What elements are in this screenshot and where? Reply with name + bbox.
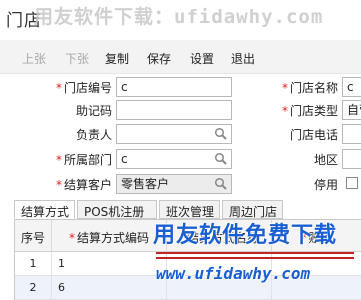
cell-code[interactable]: 6 xyxy=(52,276,167,300)
department-label: * 所属部门 xyxy=(55,153,112,167)
region-label: 地区 xyxy=(313,153,338,167)
cell-account[interactable] xyxy=(272,276,361,300)
tab-settlement-method[interactable]: 结算方式 xyxy=(14,200,75,219)
store-form: * 门店编号 c 助记码 负责人 * 所属部门 c * 结算客户 零售客户 * 门店名称… xyxy=(0,74,361,200)
store-type-select[interactable]: 自营 xyxy=(342,100,361,120)
title-bar: 门店 用友软件下载：ufidawhy.com xyxy=(0,0,361,38)
watermark-text-top: 用友软件下载：ufidawhy.com xyxy=(34,6,324,28)
required-mark: * xyxy=(55,153,62,167)
store-window: 门店 用友软件下载：ufidawhy.com 上张 下张 复制 保存 设置 退出… xyxy=(0,0,361,300)
manager-label: 负责人 xyxy=(75,128,112,142)
disabled-checkbox[interactable] xyxy=(346,177,358,189)
disabled-label: 停用 xyxy=(313,178,338,192)
settlement-grid: 序号 * 结算方式编码 * 结算方式名称 * 账号 1 1 2 6 xyxy=(14,219,361,300)
mnemonic-input[interactable] xyxy=(116,100,232,120)
store-phone-label: 门店电话 xyxy=(289,128,338,142)
tab-pos-registration[interactable]: POS机注册 xyxy=(77,200,157,219)
cell-no[interactable]: 2 xyxy=(15,276,52,300)
cell-no[interactable]: 1 xyxy=(15,252,52,276)
column-header-no[interactable]: 序号 xyxy=(15,220,52,252)
settle-customer-label: * 结算客户 xyxy=(55,178,112,192)
mnemonic-label: 助记码 xyxy=(75,104,112,118)
search-icon[interactable] xyxy=(214,127,228,141)
column-header-account[interactable]: * 账号 xyxy=(272,220,361,252)
column-header-name[interactable]: * 结算方式名称 xyxy=(167,220,272,252)
required-mark: * xyxy=(281,104,288,118)
cell-name[interactable] xyxy=(167,276,272,300)
search-icon[interactable] xyxy=(214,152,228,166)
prev-record-button[interactable]: 上张 xyxy=(22,50,46,67)
exit-button[interactable]: 退出 xyxy=(231,50,255,67)
required-mark: * xyxy=(55,178,62,192)
required-mark: * xyxy=(281,81,288,95)
search-icon[interactable] xyxy=(214,177,228,191)
next-record-button[interactable]: 下张 xyxy=(65,50,89,67)
store-code-label: * 门店编号 xyxy=(55,81,112,95)
toolbar: 上张 下张 复制 保存 设置 退出 xyxy=(0,40,361,74)
column-header-code[interactable]: * 结算方式编码 xyxy=(52,220,167,252)
save-button[interactable]: 保存 xyxy=(147,50,171,67)
store-code-input[interactable]: c xyxy=(116,77,232,97)
region-input[interactable] xyxy=(342,149,361,169)
tab-shift-management[interactable]: 班次管理 xyxy=(159,200,220,219)
store-name-label: * 门店名称 xyxy=(281,81,338,95)
store-phone-input[interactable] xyxy=(342,124,361,144)
tab-nearby-stores[interactable]: 周边门店 xyxy=(222,200,283,219)
cell-name[interactable] xyxy=(167,252,272,276)
cell-code[interactable]: 1 xyxy=(52,252,167,276)
store-name-input[interactable]: c xyxy=(342,77,361,97)
settings-button[interactable]: 设置 xyxy=(190,50,214,67)
cell-account[interactable] xyxy=(272,252,361,276)
store-type-label: * 门店类型 xyxy=(281,104,338,118)
copy-button[interactable]: 复制 xyxy=(105,50,129,67)
required-mark: * xyxy=(55,81,62,95)
